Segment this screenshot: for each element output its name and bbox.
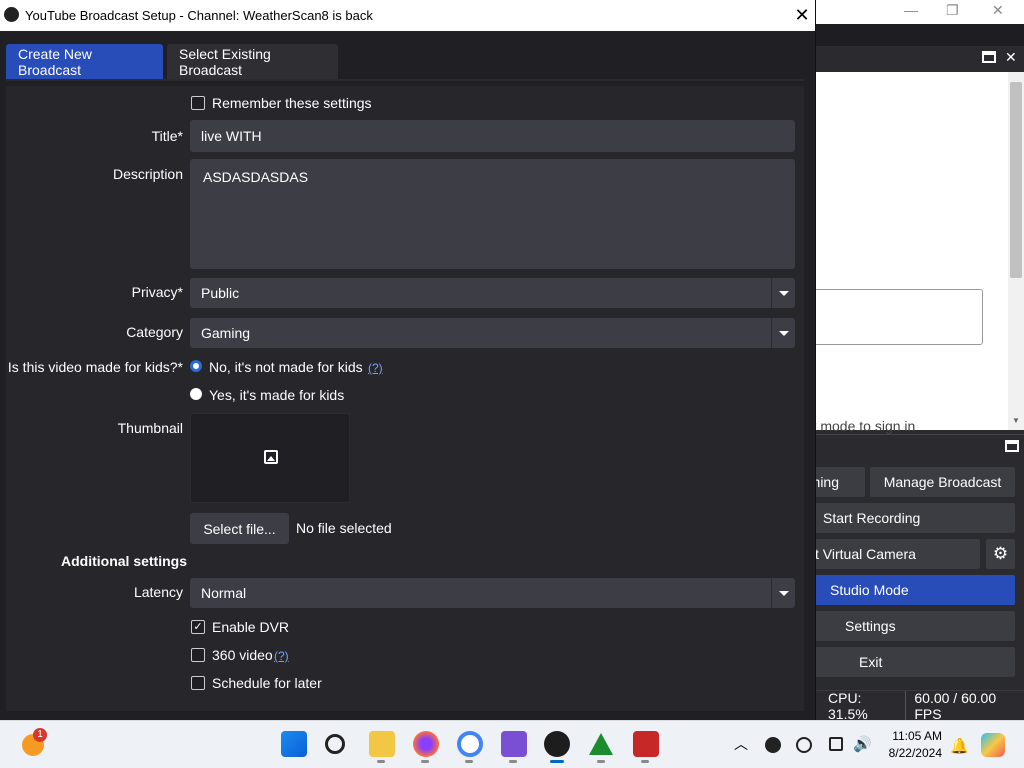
browser-hint-text: uest mode to sign in: [790, 418, 916, 434]
obs-titlebar: — ❐ ✕: [816, 0, 1024, 24]
thumbnail-label: Thumbnail: [117, 420, 183, 436]
scroll-down-icon[interactable]: ▼: [1012, 416, 1020, 425]
browser-input-box[interactable]: [806, 289, 983, 345]
category-selected-value: Gaming: [201, 325, 251, 341]
vectorworks-icon[interactable]: [589, 733, 613, 755]
tab-divider: [6, 79, 804, 81]
description-label: Description: [112, 166, 183, 182]
image-icon: [264, 450, 278, 464]
obs-logo-icon: [4, 7, 19, 22]
additional-settings-heading: Additional settings: [61, 553, 187, 569]
clock-time[interactable]: 11:05 AM: [880, 729, 942, 743]
dialog-titlebar: YouTube Broadcast Setup - Channel: Weath…: [0, 0, 815, 31]
video-360-checkbox[interactable]: [191, 648, 205, 662]
not-made-for-kids-label: No, it's not made for kids: [209, 359, 363, 375]
visual-studio-preview-icon[interactable]: [501, 731, 527, 757]
studio-mode-button[interactable]: Studio Mode: [806, 574, 1016, 606]
kids-help-link[interactable]: (?): [368, 361, 383, 375]
no-file-selected-text: No file selected: [296, 520, 392, 536]
volume-icon[interactable]: 🔊: [853, 735, 872, 753]
exit-button[interactable]: Exit: [806, 646, 1016, 678]
obs-icon[interactable]: [544, 731, 570, 757]
made-for-kids-option-label: Yes, it's made for kids: [209, 387, 345, 403]
remember-settings-label: Remember these settings: [212, 95, 372, 111]
title-input[interactable]: live WITH: [190, 120, 795, 152]
bell-icon[interactable]: 🔔: [950, 737, 969, 755]
undock-icon[interactable]: [982, 51, 996, 63]
video-360-label: 360 video: [212, 647, 273, 663]
chevron-down-icon[interactable]: [771, 278, 795, 308]
firefox-icon[interactable]: [413, 731, 439, 757]
network-icon[interactable]: [796, 737, 812, 753]
minimize-icon[interactable]: —: [904, 2, 918, 18]
tab-select-existing-broadcast[interactable]: Select Existing Broadcast: [167, 44, 338, 79]
search-icon[interactable]: [325, 734, 345, 754]
browser-dock-header: ✕: [816, 46, 1024, 72]
privacy-label: Privacy*: [131, 284, 183, 300]
fps-readout: 60.00 / 60.00 FPS: [914, 689, 997, 722]
close-icon[interactable]: ✕: [992, 2, 1004, 19]
schedule-later-label: Schedule for later: [212, 675, 322, 691]
app-running-indicator: [421, 760, 429, 763]
select-file-button[interactable]: Select file...: [190, 513, 289, 544]
tab-create-new-broadcast[interactable]: Create New Broadcast: [6, 44, 163, 79]
close-icon[interactable]: ✕: [1005, 49, 1017, 66]
clock-date[interactable]: 8/22/2024: [880, 746, 942, 760]
title-label: Title*: [151, 128, 183, 144]
undock-icon[interactable]: [1005, 440, 1019, 452]
privacy-selected-value: Public: [201, 285, 240, 301]
chevron-down-icon[interactable]: [771, 578, 795, 608]
app-icon[interactable]: [633, 731, 659, 757]
start-virtual-camera-button[interactable]: t Virtual Camera: [806, 538, 981, 570]
dialog-scrollbar[interactable]: [806, 86, 815, 711]
close-icon[interactable]: ✕: [792, 5, 812, 25]
cpu-usage: CPU: 31.5%: [828, 689, 868, 722]
category-label: Category: [126, 324, 183, 340]
start-icon[interactable]: [281, 731, 307, 757]
browser-dock-scroll-thumb[interactable]: [1010, 82, 1022, 278]
description-textarea[interactable]: ASDASDASDAS: [190, 159, 795, 269]
obs-status-bar: CPU: 31.5% 60.00 / 60.00 FPS: [816, 689, 1024, 722]
latency-selected-value: Normal: [201, 585, 247, 601]
browser-dock-content: [816, 72, 1008, 430]
controls-dock-header: [816, 434, 1024, 460]
obs-menubar: [816, 24, 1024, 46]
app-active-indicator: [550, 760, 564, 763]
app-running-indicator: [509, 760, 517, 763]
video-360-help-link[interactable]: (?): [274, 649, 289, 663]
latency-label: Latency: [133, 584, 183, 600]
display-icon[interactable]: [829, 737, 843, 751]
schedule-later-checkbox[interactable]: [191, 676, 205, 690]
notification-badge: 1: [33, 728, 47, 742]
dialog-title: YouTube Broadcast Setup - Channel: Weath…: [25, 8, 373, 23]
privacy-select[interactable]: Public: [190, 278, 795, 308]
enable-dvr-checkbox[interactable]: ✓: [191, 620, 205, 634]
chevron-up-icon[interactable]: ︿: [734, 734, 748, 754]
made-for-kids-radio[interactable]: [190, 388, 202, 400]
latency-select[interactable]: Normal: [190, 578, 795, 608]
broadcast-setup-dialog: YouTube Broadcast Setup - Channel: Weath…: [0, 0, 816, 720]
file-explorer-icon[interactable]: [369, 731, 395, 757]
maximize-icon[interactable]: ❐: [946, 2, 959, 19]
manage-broadcast-button[interactable]: Manage Broadcast: [869, 466, 1016, 498]
chrome-icon[interactable]: [457, 731, 483, 757]
app-running-indicator: [377, 760, 385, 763]
obs-tray-icon[interactable]: [765, 737, 781, 753]
app-running-indicator: [465, 760, 473, 763]
app-running-indicator: [641, 760, 649, 763]
chevron-down-icon[interactable]: [771, 318, 795, 348]
made-for-kids-label: Is this video made for kids?*: [7, 359, 183, 375]
copilot-icon[interactable]: [981, 733, 1005, 757]
enable-dvr-label: Enable DVR: [212, 619, 290, 635]
category-select[interactable]: Gaming: [190, 318, 795, 348]
gear-icon[interactable]: ⚙: [985, 538, 1016, 570]
app-running-indicator: [597, 760, 605, 763]
start-recording-button[interactable]: Start Recording: [806, 502, 1016, 534]
not-made-for-kids-radio[interactable]: [190, 360, 202, 372]
settings-button[interactable]: Settings: [806, 610, 1016, 642]
remember-settings-checkbox[interactable]: [191, 96, 205, 110]
